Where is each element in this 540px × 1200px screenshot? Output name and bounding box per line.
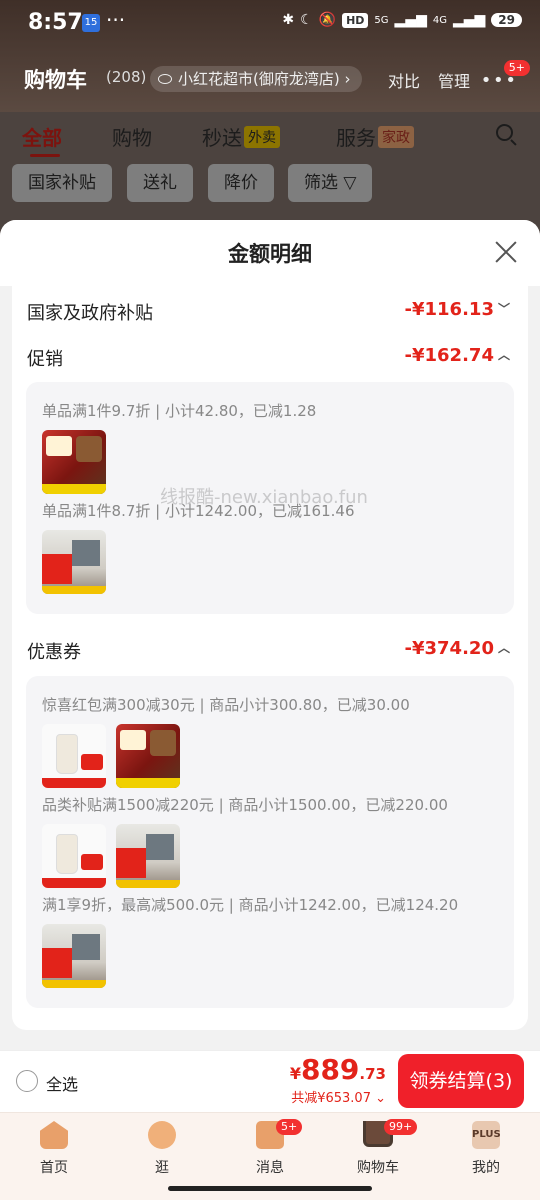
checkout-bar: 全选 ¥889.73 共减¥653.07 ⌄ 领券结算(3) (0, 1050, 540, 1112)
store-selector[interactable]: 小红花超市(御府龙湾店) › (150, 66, 363, 92)
plus-icon: PLUS (472, 1121, 501, 1149)
product-thumb-furniture[interactable] (42, 924, 106, 988)
battery-indicator: 29 (491, 13, 522, 27)
promo-label: 促销 (27, 349, 63, 370)
tabbar-label: 逛 (155, 1160, 169, 1176)
eye-icon (158, 74, 172, 84)
home-icon (40, 1121, 68, 1149)
product-thumb-food[interactable] (116, 724, 180, 788)
network-5g: 5G (374, 14, 389, 26)
promo-value: -¥162.74 (404, 345, 494, 366)
product-thumb-furniture[interactable] (116, 824, 180, 888)
gov-subsidy-label: 国家及政府补贴 (27, 303, 153, 324)
total-discount[interactable]: 共减¥653.07 ⌄ (291, 1087, 386, 1106)
coupon-line-2: 品类补贴满1500减220元 | 商品小计1500.00，已减220.00 (42, 796, 448, 814)
tabbar-mine[interactable]: PLUS 我的 (446, 1121, 526, 1177)
calendar-icon: 15 (82, 14, 100, 32)
product-thumb-furniture[interactable] (42, 530, 106, 594)
cart-badge: 99+ (384, 1119, 418, 1135)
product-thumb-bottle[interactable] (42, 724, 106, 788)
bluetooth-icon: ✱ (282, 12, 295, 28)
browse-icon (148, 1121, 176, 1149)
store-name: 小红花超市(御府龙湾店) › (178, 70, 351, 88)
more-badge: 5+ (503, 60, 530, 76)
coupon-line-1: 惊喜红包满300减30元 | 商品小计300.80，已减30.00 (42, 696, 410, 714)
price-decimal: .73 (359, 1065, 386, 1083)
hd-badge: HD (342, 12, 369, 28)
gov-subsidy-value: -¥116.13 (404, 299, 494, 320)
promo-line-1: 单品满1件9.7折 | 小计42.80，已减1.28 (42, 402, 317, 420)
compare-button[interactable]: 对比 (388, 68, 420, 92)
moon-icon: ☾ (300, 12, 313, 28)
total-price: ¥889.73 (290, 1053, 386, 1086)
tabbar-messages[interactable]: 5+ 消息 (230, 1119, 310, 1177)
watermark: 线报酷-new.xianbao.fun (160, 487, 368, 508)
coupon-amount[interactable]: -¥374.20 ︿ (405, 638, 510, 659)
mute-icon: 🔕 (318, 12, 337, 28)
sheet-title: 金额明细 (228, 242, 312, 266)
currency-symbol: ¥ (289, 1064, 301, 1083)
network-4g: 4G (432, 14, 447, 26)
home-indicator (168, 1186, 372, 1191)
page-title: 购物车 (24, 68, 87, 92)
chevron-up-icon: ︿ (497, 641, 510, 655)
tabbar-label: 购物车 (357, 1160, 399, 1176)
close-icon[interactable] (494, 240, 518, 264)
gov-subsidy-amount[interactable]: -¥116.13 ﹀ (405, 299, 510, 320)
tabbar-browse[interactable]: 逛 (122, 1121, 202, 1177)
manage-button[interactable]: 管理 (438, 68, 470, 92)
tabbar-label: 首页 (40, 1160, 68, 1176)
status-indicators: ✱ ☾ 🔕 HD 5G ▂▄▆ 4G ▂▄▆ 29 (282, 12, 522, 28)
chevron-up-icon: ︿ (497, 348, 510, 362)
price-integer: 889 (300, 1053, 360, 1086)
message-badge: 5+ (276, 1119, 303, 1135)
coupon-line-3: 满1享9折，最高减500.0元 | 商品小计1242.00，已减124.20 (42, 896, 459, 914)
status-bar: 8:57 15 ··· ✱ ☾ 🔕 HD 5G ▂▄▆ 4G ▂▄▆ 29 (0, 0, 540, 48)
coupon-label: 优惠券 (27, 642, 81, 663)
coupon-value: -¥374.20 (404, 638, 494, 659)
signal-icon-2: ▂▄▆ (452, 12, 486, 28)
status-more-dots: ··· (106, 8, 126, 32)
tabbar-label: 我的 (472, 1160, 500, 1176)
signal-icon: ▂▄▆ (394, 12, 427, 28)
select-all-radio[interactable] (16, 1070, 38, 1092)
sheet-body: 国家及政府补贴 -¥116.13 ﹀ 促销 -¥162.74 ︿ 单品满1件9.7折… (12, 286, 528, 1030)
select-all-label[interactable]: 全选 (46, 1071, 78, 1095)
promo-amount[interactable]: -¥162.74 ︿ (405, 345, 510, 366)
checkout-button[interactable]: 领券结算(3) (398, 1054, 524, 1108)
tabbar-label: 消息 (256, 1160, 284, 1176)
coupon-detail-card: 惊喜红包满300减30元 | 商品小计300.80，已减30.00 品类补贴满1… (26, 676, 514, 1008)
product-thumb-bottle[interactable] (42, 824, 106, 888)
status-time: 8:57 (28, 10, 83, 35)
product-thumb-food[interactable] (42, 430, 106, 494)
tabbar-home[interactable]: 首页 (14, 1121, 94, 1177)
cart-count: (208) (106, 68, 147, 86)
tabbar-cart[interactable]: 99+ 购物车 (338, 1119, 418, 1177)
chevron-down-icon: ﹀ (497, 302, 510, 316)
amount-detail-sheet: 金额明细 国家及政府补贴 -¥116.13 ﹀ 促销 -¥162.74 ︿ 单品满1… (0, 220, 540, 1050)
sheet-header: 金额明细 (0, 220, 540, 286)
